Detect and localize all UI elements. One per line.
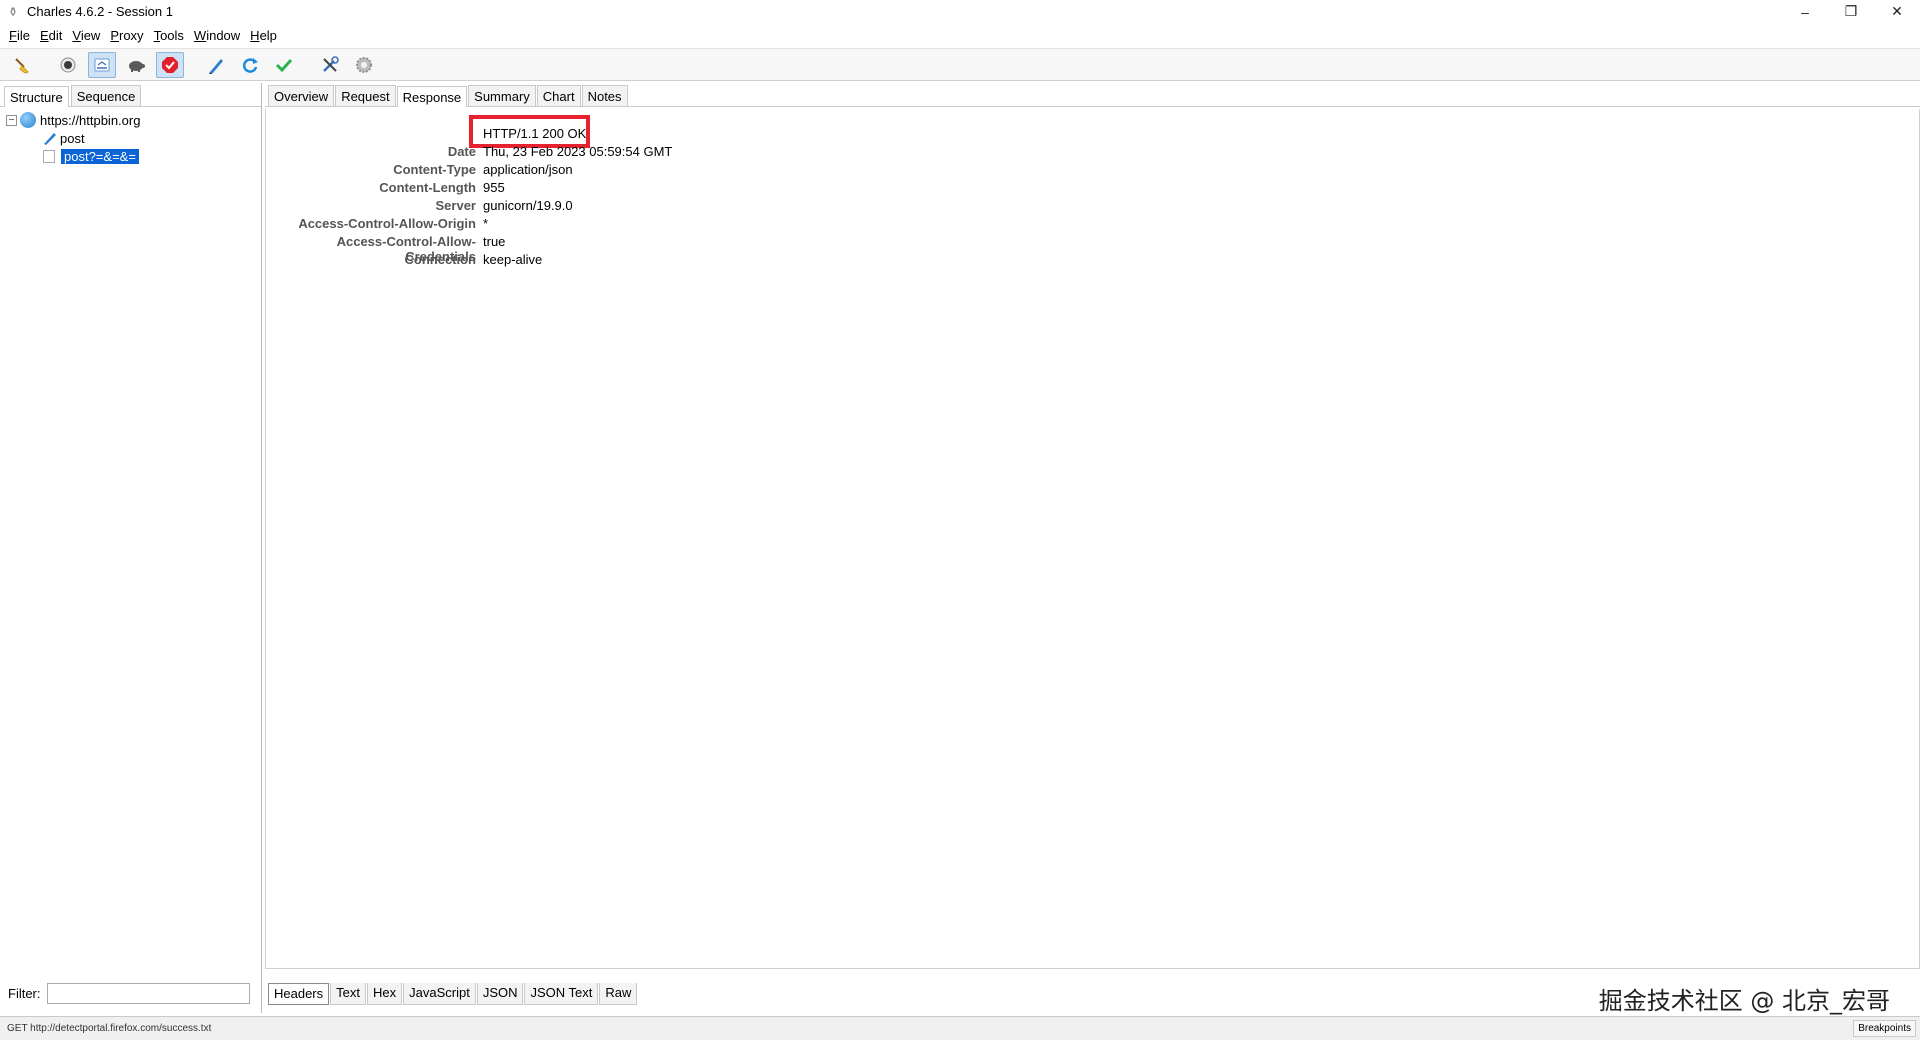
structure-pane: Structure Sequence − https://httpbin.org…: [0, 83, 262, 1013]
repeat-icon[interactable]: [236, 52, 264, 78]
compose-icon[interactable]: [202, 52, 230, 78]
menu-file[interactable]: File: [4, 28, 35, 43]
menu-proxy[interactable]: Proxy: [105, 28, 148, 43]
view-format-tabs: Headers Text Hex JavaScript JSON JSON Te…: [268, 983, 638, 1005]
window-controls: – ❐ ✕: [1782, 0, 1920, 23]
tab-raw[interactable]: Raw: [599, 983, 638, 1005]
tab-notes[interactable]: Notes: [581, 85, 628, 106]
document-icon: [43, 149, 55, 163]
tab-sequence[interactable]: Sequence: [70, 85, 142, 106]
title-bar: ⚱ Charles 4.6.2 - Session 1 – ❐ ✕: [0, 0, 1920, 23]
watermark-text: 掘金技术社区 @ 北京_宏哥: [1598, 987, 1890, 1015]
turtle-icon[interactable]: [122, 52, 150, 78]
header-name: Access-Control-Allow-Origin: [298, 216, 476, 231]
detail-pane: Overview Request Response Summary Chart …: [265, 83, 1920, 1015]
menu-help[interactable]: Help: [245, 28, 282, 43]
globe-icon: [20, 112, 36, 128]
tab-overview[interactable]: Overview: [268, 85, 335, 106]
header-value: true: [483, 234, 506, 249]
tab-json-text[interactable]: JSON Text: [524, 983, 599, 1005]
tab-summary[interactable]: Summary: [468, 85, 536, 106]
tab-headers[interactable]: Headers: [268, 983, 330, 1005]
tree-item-post[interactable]: post: [0, 129, 261, 147]
toolbar: [0, 48, 1920, 81]
breakpoints-button[interactable]: Breakpoints: [1853, 1020, 1916, 1037]
header-name: Content-Type: [393, 162, 476, 177]
menu-window[interactable]: Window: [189, 28, 245, 43]
throttle-icon[interactable]: [88, 51, 116, 78]
tab-chart[interactable]: Chart: [536, 85, 581, 106]
tab-response[interactable]: Response: [396, 86, 468, 107]
window-title: Charles 4.6.2 - Session 1: [27, 4, 173, 19]
host-label: https://httpbin.org: [40, 112, 141, 128]
feather-icon: [44, 133, 56, 145]
record-icon[interactable]: [54, 52, 82, 78]
menu-bar: File Edit View Proxy Tools Window Help: [0, 25, 1920, 46]
tab-javascript[interactable]: JavaScript: [403, 983, 476, 1005]
broom-icon[interactable]: [8, 52, 36, 78]
minimize-button[interactable]: –: [1782, 0, 1828, 23]
charles-app-icon: ⚱: [7, 4, 19, 19]
settings-icon[interactable]: [350, 52, 378, 78]
tab-json[interactable]: JSON: [476, 983, 524, 1005]
validate-icon[interactable]: [270, 52, 298, 78]
collapse-toggle-icon[interactable]: −: [6, 114, 17, 126]
filter-area: Filter:: [0, 981, 262, 1005]
header-value: *: [483, 216, 489, 231]
header-name: Content-Length: [379, 180, 476, 195]
tree-item-label: post: [60, 130, 85, 146]
tab-request[interactable]: Request: [335, 85, 396, 106]
menu-view[interactable]: View: [67, 28, 105, 43]
tree-item-post-query[interactable]: post?=&=&=: [0, 147, 261, 165]
status-text: GET http://detectportal.firefox.com/succ…: [7, 1023, 212, 1034]
tab-structure[interactable]: Structure: [4, 86, 69, 107]
detail-tab-bar: Overview Request Response Summary Chart …: [265, 83, 1920, 107]
header-name: Connection: [404, 252, 477, 267]
status-bar: GET http://detectportal.firefox.com/succ…: [0, 1016, 1920, 1040]
left-tab-bar: Structure Sequence: [0, 83, 261, 107]
filter-label: Filter:: [8, 985, 41, 1001]
structure-tree: − https://httpbin.org post post?=&=&=: [0, 107, 261, 165]
header-name: Server: [435, 198, 476, 213]
menu-tools[interactable]: Tools: [149, 28, 189, 43]
header-value: keep-alive: [483, 252, 543, 267]
header-value: gunicorn/19.9.0: [483, 198, 573, 213]
close-button[interactable]: ✕: [1874, 0, 1920, 23]
header-value: 955: [483, 180, 505, 195]
response-headers-panel: HTTP/1.1 200 OK Date Thu, 23 Feb 2023 05…: [265, 109, 1920, 969]
tools-icon[interactable]: [316, 52, 344, 78]
tab-text[interactable]: Text: [330, 983, 366, 1005]
header-value: application/json: [483, 162, 573, 177]
restore-button[interactable]: ❐: [1828, 0, 1874, 23]
filter-input[interactable]: [46, 982, 250, 1004]
tree-host-row[interactable]: − https://httpbin.org: [0, 111, 261, 129]
breakpoint-icon[interactable]: [156, 51, 184, 78]
tab-hex[interactable]: Hex: [366, 983, 403, 1005]
header-name: Date: [447, 144, 476, 159]
header-value: Thu, 23 Feb 2023 05:59:54 GMT: [483, 144, 673, 159]
menu-edit[interactable]: Edit: [35, 28, 67, 43]
tree-item-label-selected: post?=&=&=: [61, 148, 139, 164]
